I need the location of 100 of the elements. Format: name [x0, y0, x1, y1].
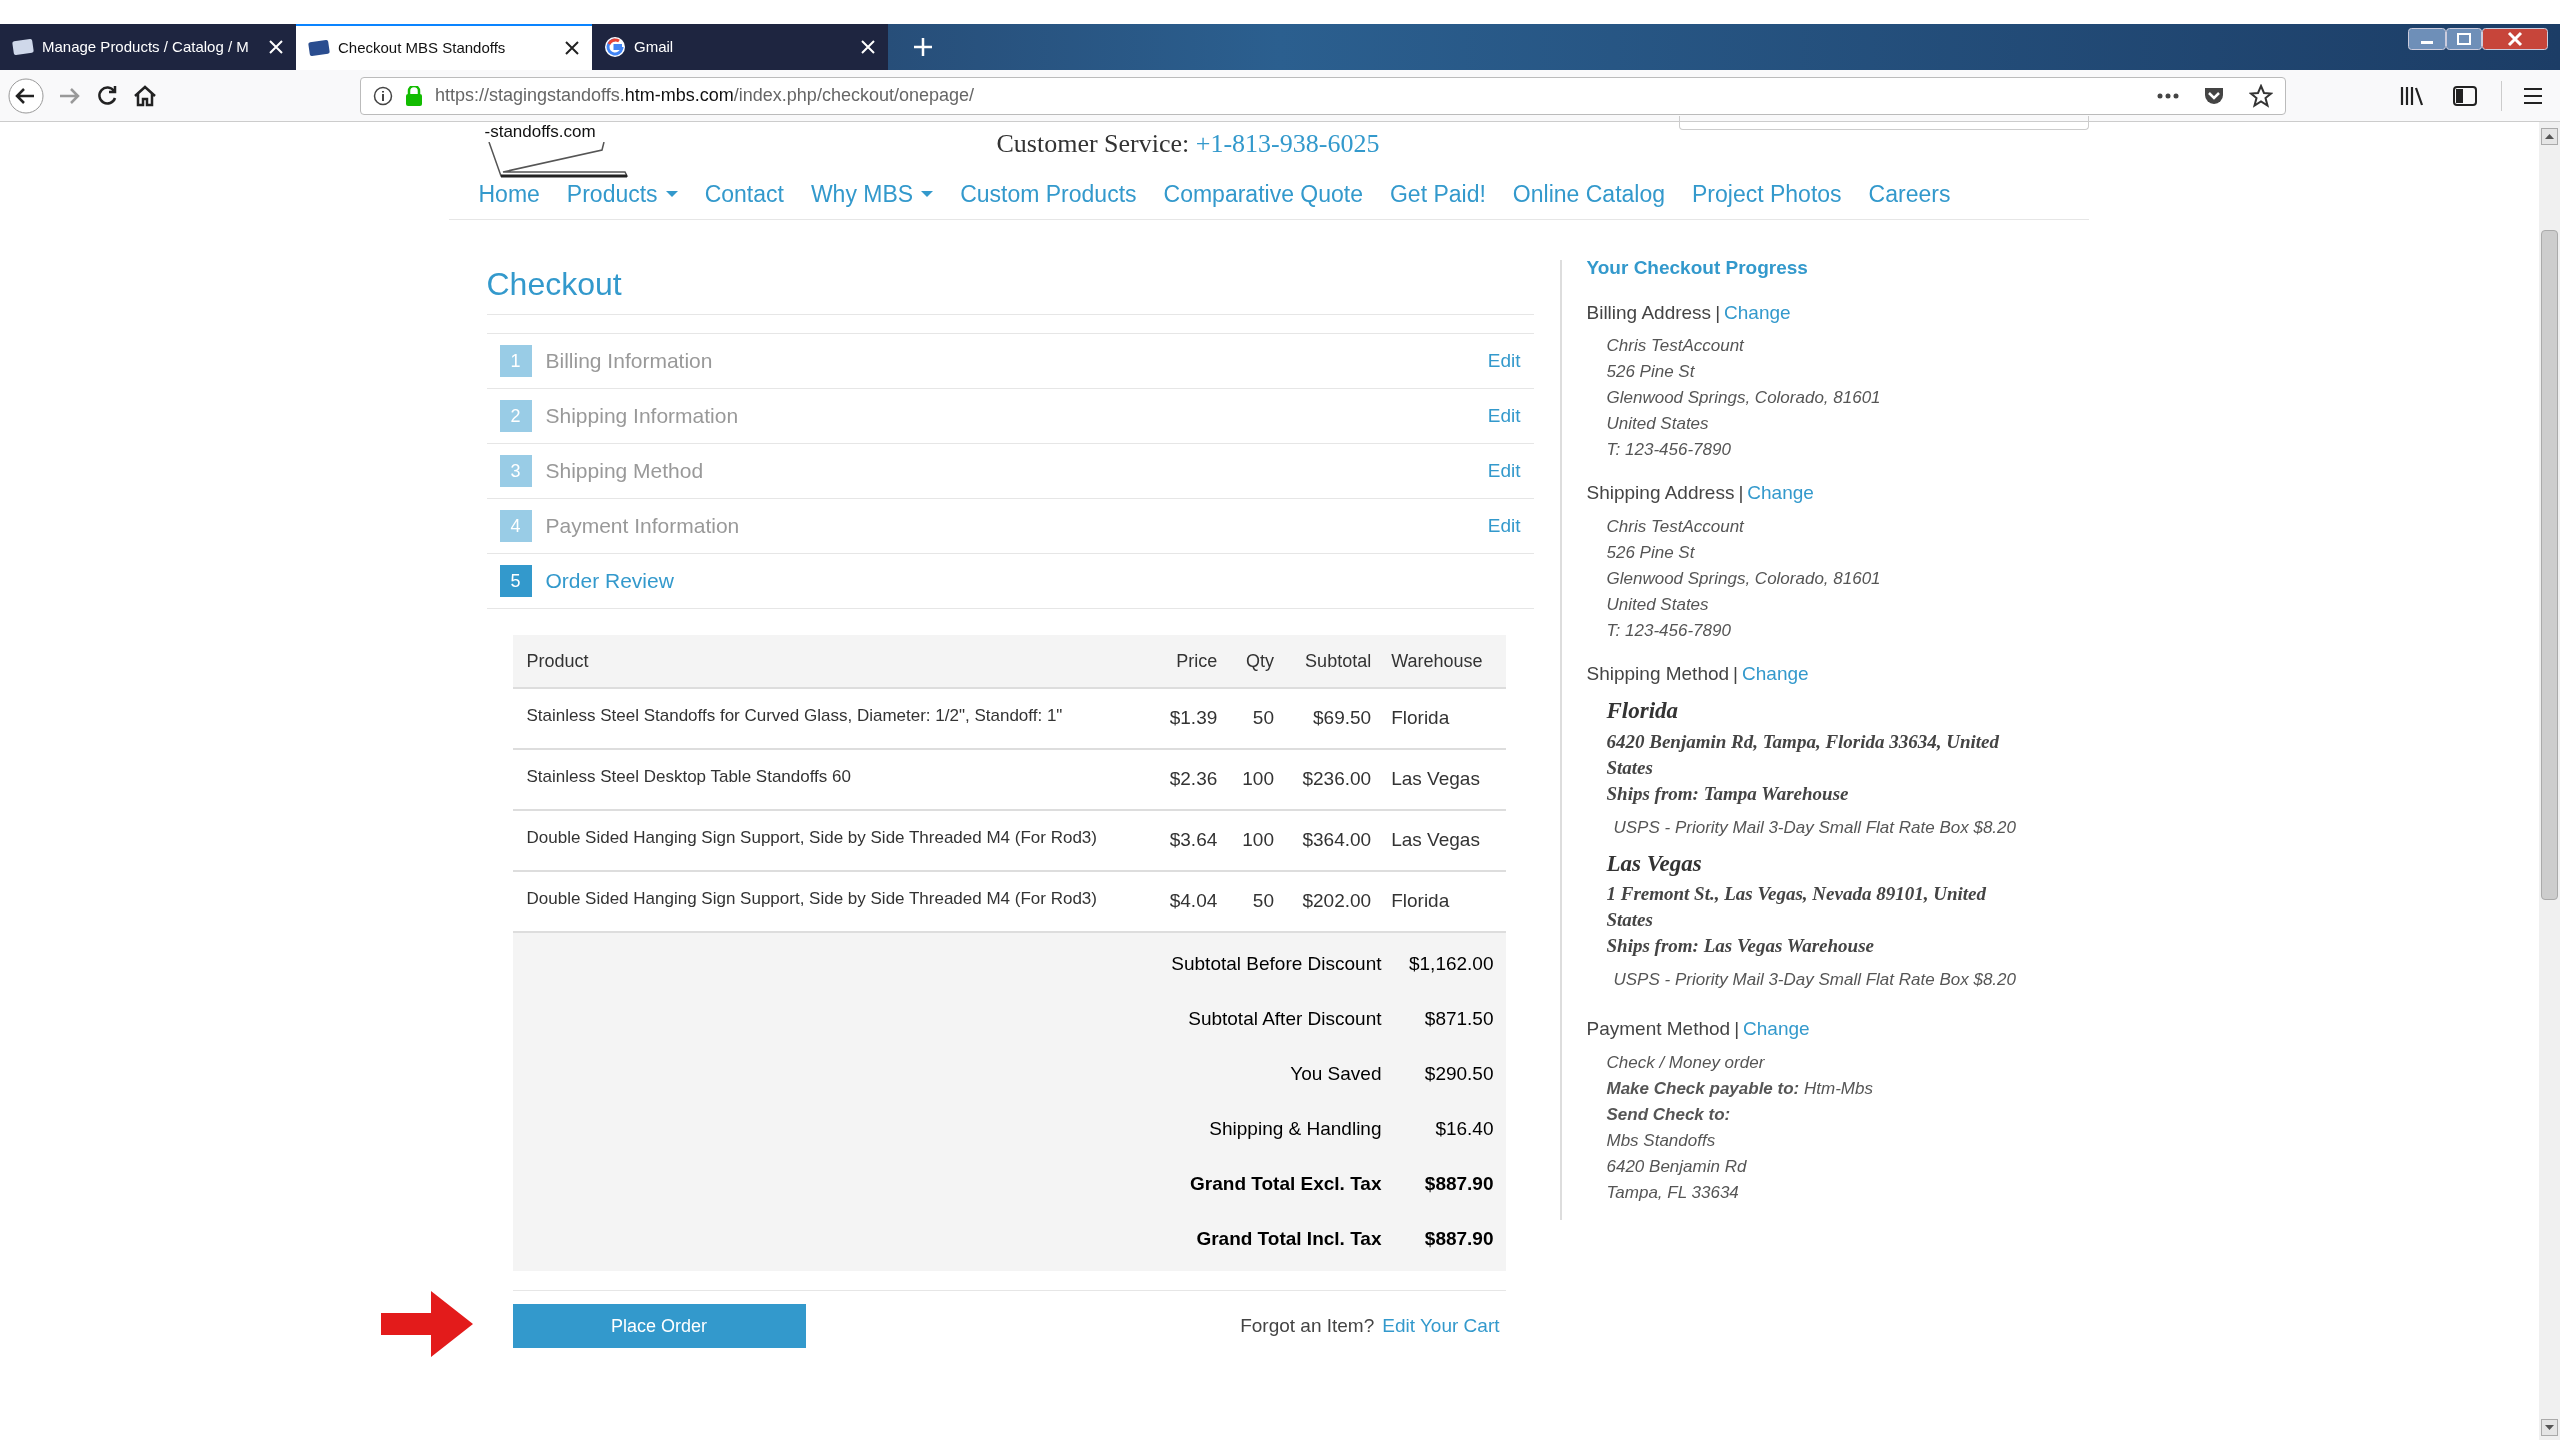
scrollbar[interactable] — [2539, 122, 2560, 1440]
search-field[interactable] — [1678, 116, 2089, 130]
browser-tab[interactable]: Manage Products / Catalog / M — [0, 24, 296, 70]
step-title: Order Review — [545, 568, 674, 595]
column-header: Product — [512, 635, 1154, 688]
restore-icon — [2446, 28, 2482, 50]
nav-link[interactable]: Comparative Quote — [1163, 180, 1363, 208]
sidebar-title: Your Checkout Progress — [1586, 256, 1809, 280]
pocket-icon — [2203, 85, 2225, 106]
nav-link[interactable]: Get Paid! — [1389, 180, 1486, 208]
section-heading: Shipping Method — [1586, 661, 1730, 686]
step-number: 3 — [499, 455, 532, 487]
column-header: Qty — [1227, 635, 1284, 688]
library-icon — [2399, 84, 2425, 107]
total-value: $887.90 — [1423, 1227, 1495, 1252]
address-line: Chris TestAccount — [1606, 335, 1746, 357]
table-cell: Double Sided Hanging Sign Support, Side by Side Threaded M4 (For Rod3) — [512, 810, 1154, 871]
nav-link[interactable]: Careers — [1868, 180, 1951, 208]
address-line: T: 123-456-7890 — [1606, 439, 1732, 461]
shipping-rate-text: USPS - Priority Mail 3-Day Small Flat Rate Box $8.20 — [1612, 969, 2017, 991]
ships-from-text: Ships from: Las Vegas Warehouse — [1606, 934, 1875, 958]
close-window-icon — [2482, 28, 2548, 50]
warehouse-address: 6420 Benjamin Rd, Tampa, Florida 33634, United States — [1606, 729, 2001, 780]
total-value: $1,162.00 — [1407, 952, 1495, 977]
address-bar[interactable]: https://stagingstandoffs.htm-mbs.com/index.php/checkout/onepage/ — [360, 76, 2286, 115]
step-title: Billing Information — [545, 348, 713, 375]
step-number: 4 — [499, 510, 532, 542]
table-cell: 100 — [1227, 749, 1284, 810]
address-line: Check / Money order — [1606, 1051, 1766, 1074]
nav-link[interactable]: Online Catalog — [1512, 180, 1665, 208]
address-line: Send Check to: — [1606, 1103, 1732, 1126]
logo-text: -standoffs.com — [484, 122, 596, 142]
close-icon — [268, 39, 284, 55]
section-heading: Billing Address — [1586, 300, 1712, 325]
nav-link[interactable]: Home — [478, 180, 540, 208]
address-line: United States — [1606, 593, 1710, 616]
total-label: You Saved — [1290, 1062, 1382, 1087]
edit-link[interactable]: Edit — [1487, 401, 1521, 431]
more-icon — [2157, 92, 2179, 99]
address-line: Tampa, FL 33634 — [1606, 1181, 1740, 1204]
step-title: Shipping Method — [545, 458, 704, 485]
nav-link[interactable]: Products — [566, 180, 678, 208]
warehouse-address: 1 Fremont St., Las Vegas, Nevada 89101, United States — [1606, 882, 1987, 932]
close-icon — [860, 39, 876, 55]
address-line: 526 Pine St — [1606, 541, 1696, 564]
separator-text: | — [1734, 1017, 1740, 1041]
section-heading: Payment Method — [1586, 1017, 1731, 1041]
table-cell: Florida — [1381, 871, 1506, 932]
new-tab-icon — [912, 36, 934, 58]
address-line: Glenwood Springs, Colorado, 81601 — [1606, 567, 1882, 590]
address-line: Make Check payable to: Htm-Mbs — [1606, 1077, 1874, 1100]
total-label: Subtotal After Discount — [1188, 1007, 1382, 1032]
edit-link[interactable]: Edit — [1487, 456, 1521, 486]
step-title: Payment Information — [545, 513, 740, 540]
edit-link[interactable]: Edit — [1487, 346, 1521, 376]
table-cell: Las Vegas — [1381, 810, 1506, 871]
url-text: https://stagingstandoffs.htm-mbs.com/index.php/checkout/onepage/ — [435, 84, 974, 107]
table-cell: Stainless Steel Standoffs for Curved Glass, Diameter: 1/2", Standoff: 1" — [512, 688, 1154, 749]
table-cell: $236.00 — [1283, 749, 1382, 810]
place-order-button[interactable]: Place Order — [512, 1304, 806, 1348]
ships-from-text: Ships from: Tampa Warehouse — [1606, 781, 1850, 806]
store-logo-icon — [12, 38, 34, 56]
change-link[interactable]: Change — [1743, 1015, 1810, 1044]
address-line: United States — [1606, 413, 1710, 435]
total-label: Grand Total Incl. Tax — [1196, 1227, 1382, 1252]
address-line: T: 123-456-7890 — [1606, 619, 1732, 642]
change-link[interactable]: Change — [1742, 659, 1809, 688]
table-cell: $3.64 — [1153, 810, 1228, 871]
address-line: Mbs Standoffs — [1606, 1129, 1717, 1152]
step-number: 1 — [499, 345, 532, 377]
menu-icon — [2522, 85, 2544, 106]
edit-cart-link[interactable]: Edit Your Cart — [1382, 1311, 1500, 1341]
address-line: 526 Pine St — [1606, 361, 1696, 383]
table-cell: 100 — [1227, 810, 1284, 871]
change-link[interactable]: Change — [1747, 479, 1814, 508]
shipping-rate-text: USPS - Priority Mail 3-Day Small Flat Rate Box $8.20 — [1612, 816, 2017, 839]
warehouse-name: Las Vegas — [1606, 849, 1703, 878]
change-link[interactable]: Change — [1724, 298, 1791, 327]
store-logo-icon — [308, 39, 330, 57]
info-icon — [373, 85, 393, 106]
nav-link[interactable]: Custom Products — [960, 180, 1137, 208]
table-cell: Florida — [1381, 688, 1506, 749]
edit-link[interactable]: Edit — [1487, 511, 1521, 541]
table-cell: $4.04 — [1153, 871, 1228, 932]
nav-link[interactable]: Project Photos — [1692, 180, 1842, 208]
warehouse-name: Florida — [1606, 697, 1680, 725]
browser-tab[interactable]: Gmail — [592, 24, 888, 70]
lock-icon — [405, 85, 423, 106]
table-cell: Double Sided Hanging Sign Support, Side by Side Threaded M4 (For Rod3) — [512, 871, 1154, 932]
browser-tab[interactable]: Checkout MBS Standoffs — [296, 24, 592, 70]
nav-link[interactable]: Contact — [704, 180, 784, 208]
step-number: 2 — [499, 400, 532, 432]
minimize-icon — [2408, 28, 2446, 50]
nav-link[interactable]: Why MBS — [810, 180, 934, 208]
address-line: 6420 Benjamin Rd — [1606, 1155, 1748, 1178]
total-label: Subtotal Before Discount — [1171, 952, 1382, 977]
table-cell: 50 — [1227, 871, 1284, 932]
separator-text: | — [1738, 481, 1744, 505]
step-number: 5 — [499, 565, 532, 597]
column-header: Subtotal — [1283, 635, 1382, 688]
